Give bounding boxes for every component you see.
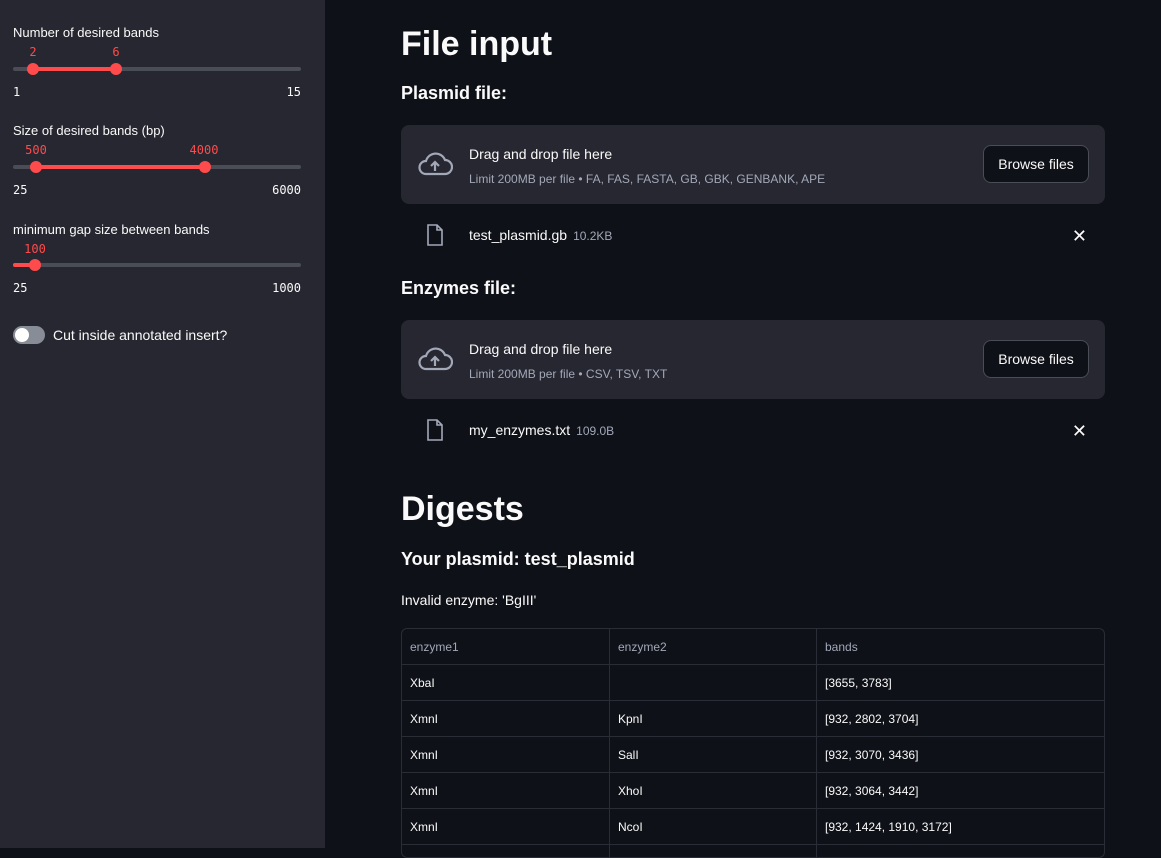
plasmid-dropzone[interactable]: Drag and drop file here Limit 200MB per … bbox=[401, 125, 1105, 204]
file-input-title: File input bbox=[401, 25, 553, 63]
table-cell[interactable]: [3655, 3783] bbox=[817, 665, 1104, 700]
gap-slider-track[interactable] bbox=[13, 259, 301, 271]
table-cell[interactable]: XmnI bbox=[402, 701, 610, 736]
table-cell[interactable]: XhoI bbox=[610, 773, 817, 808]
table-cell[interactable]: [932, 1424, 1910, 3172] bbox=[817, 809, 1104, 844]
main-content: File input Plasmid file: Drag and drop f… bbox=[325, 0, 1161, 858]
enzymes-dropzone[interactable]: Drag and drop file here Limit 200MB per … bbox=[401, 320, 1105, 399]
bands-slider: Number of desired bands 2 6 1 15 bbox=[13, 25, 301, 99]
invalid-enzyme-message: Invalid enzyme: 'BgIII' bbox=[401, 592, 537, 608]
digests-table[interactable]: enzyme1 enzyme2 bands XbaI [3655, 3783] Xm… bbox=[401, 628, 1105, 858]
size-slider-label: Size of desired bands (bp) bbox=[13, 123, 165, 138]
size-min: 25 bbox=[13, 183, 28, 197]
table-cell[interactable]: SalI bbox=[610, 737, 817, 772]
plasmid-drop-text: Drag and drop file here bbox=[469, 146, 613, 162]
size-slider: Size of desired bands (bp) 500 4000 25 6… bbox=[13, 123, 301, 197]
table-cell[interactable] bbox=[610, 845, 817, 857]
plasmid-file-name: test_plasmid.gb 10.2KB bbox=[469, 227, 612, 243]
table-cell[interactable]: XmnI bbox=[402, 773, 610, 808]
plasmid-file-item: test_plasmid.gb 10.2KB ✕ bbox=[401, 224, 1105, 248]
bands-slider-fill bbox=[33, 67, 116, 71]
column-header[interactable]: enzyme1 bbox=[402, 629, 610, 664]
bands-slider-track[interactable] bbox=[13, 63, 301, 75]
gap-max: 1000 bbox=[272, 281, 301, 295]
table-cell[interactable]: KpnI bbox=[610, 701, 817, 736]
enzymes-file-name: my_enzymes.txt 109.0B bbox=[469, 422, 614, 438]
insert-toggle-row: Cut inside annotated insert? bbox=[13, 326, 227, 344]
insert-toggle[interactable] bbox=[13, 326, 45, 344]
bands-high-value: 6 bbox=[112, 45, 120, 59]
table-cell[interactable] bbox=[610, 665, 817, 700]
table-cell[interactable]: XmnI bbox=[402, 737, 610, 772]
table-cell[interactable]: [932, 3064, 3442] bbox=[817, 773, 1104, 808]
table-row[interactable]: XmnI KpnI [932, 2802, 3704] bbox=[402, 701, 1104, 737]
plasmid-file-size: 10.2KB bbox=[573, 229, 613, 243]
gap-thumb[interactable] bbox=[29, 259, 42, 271]
table-header: enzyme1 enzyme2 bands bbox=[402, 629, 1104, 665]
file-icon bbox=[427, 419, 443, 441]
table-cell[interactable]: NcoI bbox=[610, 809, 817, 844]
gap-slider-label: minimum gap size between bands bbox=[13, 222, 210, 237]
column-header[interactable]: enzyme2 bbox=[610, 629, 817, 664]
table-row[interactable]: XmnI XhoI [932, 3064, 3442] bbox=[402, 773, 1104, 809]
plasmid-heading: Your plasmid: test_plasmid bbox=[401, 549, 635, 569]
enzymes-file-size: 109.0B bbox=[576, 424, 615, 438]
size-low-thumb[interactable] bbox=[29, 161, 42, 173]
enzymes-drop-text: Drag and drop file here bbox=[469, 341, 613, 357]
cloud-upload-icon bbox=[418, 347, 453, 371]
bands-slider-label: Number of desired bands bbox=[13, 25, 159, 40]
insert-toggle-label: Cut inside annotated insert? bbox=[53, 327, 228, 343]
table-body: XbaI [3655, 3783] XmnI KpnI [932, 2802, 3704… bbox=[402, 665, 1104, 857]
bands-high-thumb[interactable] bbox=[109, 63, 122, 75]
table-row[interactable]: XbaI [3655, 3783] bbox=[402, 665, 1104, 701]
enzymes-file-name-text: my_enzymes.txt bbox=[469, 422, 571, 438]
table-cell[interactable] bbox=[402, 845, 610, 857]
enzymes-limit-text: Limit 200MB per file • CSV, TSV, TXT bbox=[469, 367, 668, 381]
bands-max: 15 bbox=[286, 85, 301, 99]
cloud-upload-icon bbox=[418, 152, 453, 176]
sidebar: Number of desired bands 2 6 1 15 Size of… bbox=[0, 0, 325, 848]
bands-min: 1 bbox=[13, 85, 21, 99]
enzymes-browse-button[interactable]: Browse files bbox=[983, 340, 1089, 378]
size-slider-track[interactable] bbox=[13, 161, 301, 173]
table-cell[interactable] bbox=[817, 845, 1104, 857]
table-cell[interactable]: XbaI bbox=[402, 665, 610, 700]
table-cell[interactable]: [932, 2802, 3704] bbox=[817, 701, 1104, 736]
enzymes-remove-icon[interactable]: ✕ bbox=[1072, 421, 1087, 442]
gap-slider: minimum gap size between bands 100 25 10… bbox=[13, 222, 301, 295]
gap-value: 100 bbox=[24, 242, 46, 256]
bands-low-thumb[interactable] bbox=[27, 63, 40, 75]
bands-low-value: 2 bbox=[29, 45, 37, 59]
table-cell[interactable]: [932, 3070, 3436] bbox=[817, 737, 1104, 772]
size-low-value: 500 bbox=[25, 143, 47, 157]
plasmid-file-name-text: test_plasmid.gb bbox=[469, 227, 568, 243]
size-high-value: 4000 bbox=[189, 143, 219, 157]
file-icon bbox=[427, 224, 443, 246]
size-high-thumb[interactable] bbox=[198, 161, 211, 173]
table-row[interactable]: XmnI NcoI [932, 1424, 1910, 3172] bbox=[402, 809, 1104, 845]
enzymes-file-item: my_enzymes.txt 109.0B ✕ bbox=[401, 419, 1105, 443]
table-row[interactable]: XmnI SalI [932, 3070, 3436] bbox=[402, 737, 1104, 773]
digests-title: Digests bbox=[401, 490, 524, 528]
plasmid-limit-text: Limit 200MB per file • FA, FAS, FASTA, G… bbox=[469, 172, 826, 186]
plasmid-browse-button[interactable]: Browse files bbox=[983, 145, 1089, 183]
table-row[interactable] bbox=[402, 845, 1104, 857]
plasmid-remove-icon[interactable]: ✕ bbox=[1072, 226, 1087, 247]
size-max: 6000 bbox=[272, 183, 301, 197]
plasmid-file-title: Plasmid file: bbox=[401, 83, 508, 103]
column-header[interactable]: bands bbox=[817, 629, 1104, 664]
enzymes-file-title: Enzymes file: bbox=[401, 278, 517, 298]
gap-min: 25 bbox=[13, 281, 28, 295]
table-cell[interactable]: XmnI bbox=[402, 809, 610, 844]
size-slider-fill bbox=[35, 165, 205, 169]
